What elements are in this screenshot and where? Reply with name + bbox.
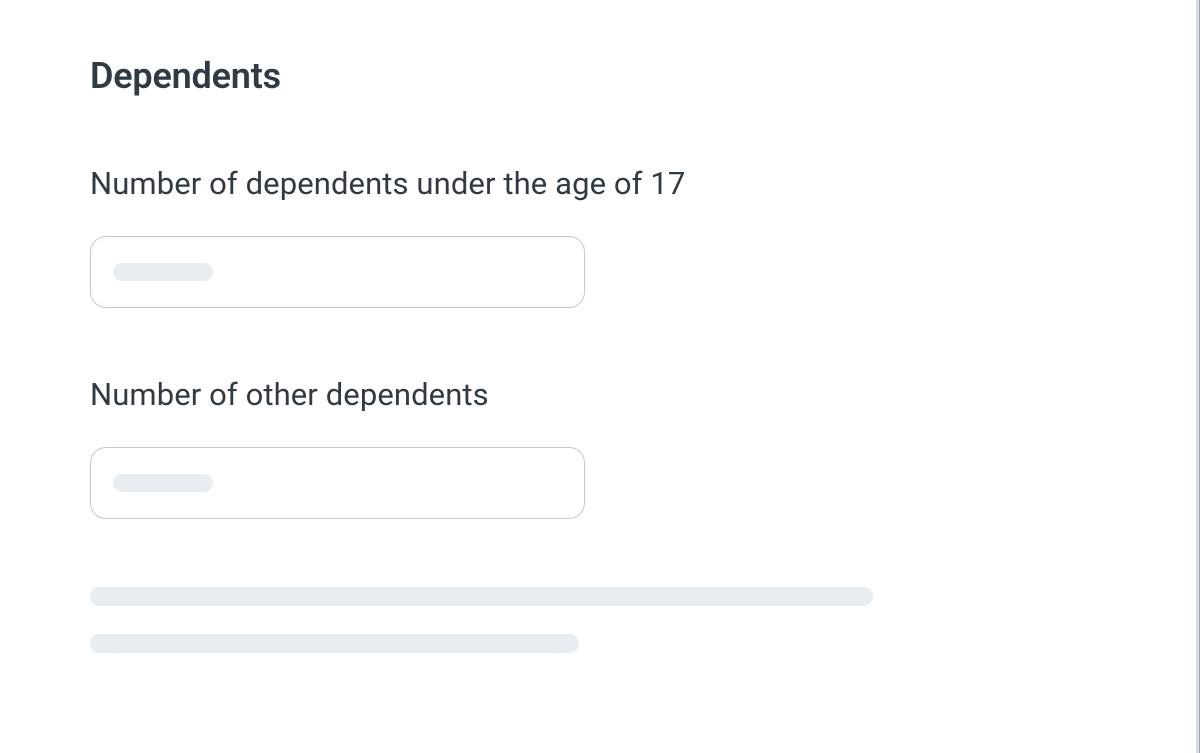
field-group-under-17: Number of dependents under the age of 17: [90, 165, 1110, 308]
skeleton-line: [90, 634, 579, 653]
field-label-other: Number of other dependents: [90, 376, 1110, 413]
skeleton-line: [90, 587, 873, 606]
scrollbar[interactable]: [1196, 0, 1200, 753]
input-placeholder-skeleton: [113, 263, 213, 281]
form-container: Dependents Number of dependents under th…: [0, 0, 1200, 653]
dependents-under-17-input[interactable]: [90, 236, 585, 308]
input-placeholder-skeleton: [113, 474, 213, 492]
loading-skeleton-section: [90, 587, 1110, 653]
other-dependents-input[interactable]: [90, 447, 585, 519]
field-group-other: Number of other dependents: [90, 376, 1110, 519]
section-heading: Dependents: [90, 55, 1110, 97]
field-label-under-17: Number of dependents under the age of 17: [90, 165, 1110, 202]
